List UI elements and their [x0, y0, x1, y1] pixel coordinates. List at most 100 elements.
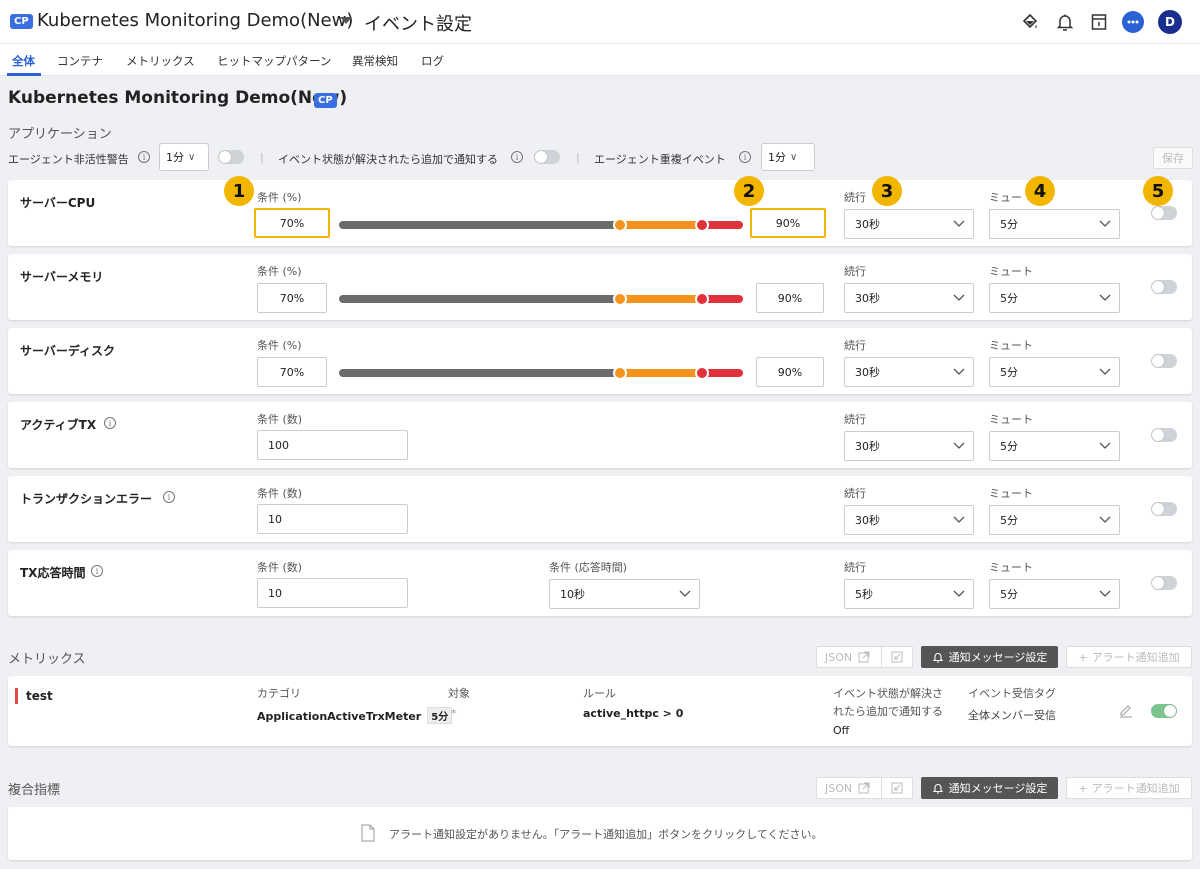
info-icon[interactable]: i: [138, 151, 150, 163]
tab-anomaly-detection[interactable]: 異常検知: [352, 53, 398, 69]
add-alert-button[interactable]: + アラート通知追加: [1066, 646, 1192, 668]
resolved-notify-toggle[interactable]: [534, 150, 560, 164]
mute-select[interactable]: 5分: [989, 209, 1120, 239]
json-import-button[interactable]: [881, 777, 913, 799]
enable-toggle[interactable]: [1151, 206, 1177, 220]
high-threshold-handle[interactable]: [695, 292, 709, 306]
tab-heatmap-pattern[interactable]: ヒットマップパターン: [217, 53, 331, 69]
file-icon: [361, 824, 375, 845]
threshold-slider[interactable]: [339, 366, 743, 380]
enable-toggle[interactable]: [1151, 280, 1177, 294]
mute-label: ミュート: [989, 487, 1033, 500]
import-icon: [891, 782, 903, 794]
mute-select[interactable]: 5分: [989, 431, 1120, 461]
high-threshold-input[interactable]: 90%: [750, 208, 826, 238]
chevron-down-icon: [1099, 590, 1111, 597]
high-threshold-handle[interactable]: [695, 366, 709, 380]
mute-select[interactable]: 5分: [989, 579, 1120, 609]
mute-select[interactable]: 5分: [989, 357, 1120, 387]
enable-toggle[interactable]: [1151, 576, 1177, 590]
high-threshold-value: 90%: [777, 291, 803, 305]
json-import-button[interactable]: [881, 646, 913, 668]
separator: |: [576, 151, 580, 164]
duration-select[interactable]: 5秒: [844, 579, 974, 609]
duration-select[interactable]: 30秒: [844, 357, 974, 387]
duration-select[interactable]: 30秒: [844, 209, 974, 239]
condition-label: 条件 (数): [257, 487, 303, 500]
low-threshold-handle[interactable]: [613, 292, 627, 306]
high-threshold-handle[interactable]: [695, 218, 709, 232]
duration-value: 30秒: [855, 218, 880, 231]
chevron-down-icon: [1099, 516, 1111, 523]
high-threshold-value: 90%: [777, 365, 803, 379]
callout-badge: 1: [224, 176, 254, 206]
app-title[interactable]: Kubernetes Monitoring Demo(New): [37, 10, 353, 31]
document-icon[interactable]: [1087, 10, 1111, 34]
notification-message-settings-button[interactable]: 通知メッセージ設定: [921, 646, 1058, 668]
duration-value: 30秒: [855, 440, 880, 453]
composite-section-label: 複合指標: [8, 783, 61, 798]
duration-select[interactable]: 30秒: [844, 283, 974, 313]
threshold-slider[interactable]: [339, 218, 743, 232]
tab-metrics[interactable]: メトリックス: [126, 53, 195, 69]
count-threshold-input[interactable]: 100: [257, 430, 408, 460]
agent-inactive-select[interactable]: 1分 ∨: [159, 143, 209, 171]
mute-value: 5分: [1000, 292, 1018, 305]
chat-icon[interactable]: [1121, 10, 1145, 34]
app-dropdown-caret-icon[interactable]: [340, 17, 352, 24]
threshold-slider[interactable]: [339, 292, 743, 306]
agent-inactive-toggle[interactable]: [218, 150, 244, 164]
mute-select[interactable]: 5分: [989, 283, 1120, 313]
plus-icon: +: [1078, 781, 1088, 795]
cp-badge: CP: [10, 14, 33, 29]
external-link-icon: [858, 651, 870, 663]
bell-icon[interactable]: [1053, 10, 1077, 34]
tab-log[interactable]: ログ: [421, 53, 444, 69]
count-threshold-input[interactable]: 10: [257, 578, 408, 608]
add-alert-label: アラート通知追加: [1091, 651, 1180, 664]
info-icon[interactable]: i: [91, 565, 103, 577]
info-icon[interactable]: i: [511, 151, 523, 163]
enable-toggle[interactable]: [1151, 354, 1177, 368]
row-title: サーバーディスク: [20, 344, 116, 358]
project-cp-badge: CP: [314, 93, 337, 108]
info-icon[interactable]: i: [163, 491, 175, 503]
high-threshold-input[interactable]: 90%: [756, 283, 824, 313]
high-threshold-input[interactable]: 90%: [756, 357, 824, 387]
paint-bucket-icon[interactable]: [1018, 10, 1042, 34]
enable-toggle[interactable]: [1151, 502, 1177, 516]
category-label: カテゴリ: [257, 687, 301, 700]
low-threshold-input[interactable]: 70%: [257, 357, 327, 387]
enable-toggle[interactable]: [1151, 428, 1177, 442]
status-indicator: [15, 688, 18, 704]
tab-container[interactable]: コンテナ: [57, 53, 103, 69]
low-threshold-handle[interactable]: [613, 366, 627, 380]
metric-alert-enable-toggle[interactable]: [1151, 704, 1177, 718]
low-threshold-input[interactable]: 70%: [254, 208, 330, 238]
avatar[interactable]: D: [1158, 10, 1182, 34]
info-icon[interactable]: i: [104, 417, 116, 429]
resolved-notify-label: イベント状態が解決されたら追加で通知する: [278, 153, 498, 166]
add-alert-button[interactable]: + アラート通知追加: [1066, 777, 1192, 799]
duration-select[interactable]: 30秒: [844, 505, 974, 535]
duration-select[interactable]: 30秒: [844, 431, 974, 461]
save-button[interactable]: 保存: [1153, 147, 1193, 169]
duration-value: 30秒: [855, 514, 880, 527]
agent-duplicate-select[interactable]: 1分 ∨: [761, 143, 815, 171]
response-time-select[interactable]: 10秒: [549, 579, 700, 609]
low-threshold-handle[interactable]: [613, 218, 627, 232]
duration-value: 30秒: [855, 292, 880, 305]
metric-alert-item: test カテゴリ ApplicationActiveTrxMeter 5分 対象…: [8, 676, 1192, 746]
empty-state-message: アラート通知設定がありません。「アラート通知追加」ボタンをクリックしてください。: [389, 828, 823, 841]
low-threshold-input[interactable]: 70%: [257, 283, 327, 313]
notification-message-settings-button[interactable]: 通知メッセージ設定: [921, 777, 1058, 799]
mute-select[interactable]: 5分: [989, 505, 1120, 535]
tab-all[interactable]: 全体: [12, 53, 35, 69]
notification-message-label: 通知メッセージ設定: [948, 782, 1048, 795]
info-icon[interactable]: i: [739, 151, 751, 163]
count-threshold-value: 10: [268, 586, 282, 600]
edit-pencil-icon[interactable]: [1118, 703, 1134, 722]
separator: |: [260, 151, 264, 164]
event-row-server-disk: サーバーディスク 条件 (%) 70% 90% 続行 30秒 ミュート 5分: [8, 328, 1192, 394]
count-threshold-input[interactable]: 10: [257, 504, 408, 534]
